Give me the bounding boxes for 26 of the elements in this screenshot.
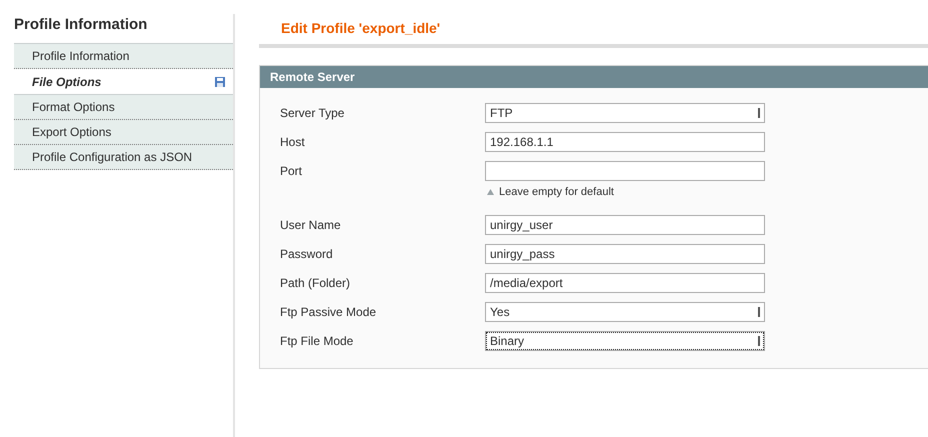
- field-label: Password: [280, 246, 334, 263]
- section-header: Remote Server: [260, 66, 928, 88]
- page-title: Edit Profile 'export_idle': [281, 20, 442, 36]
- field-label: Path (Folder): [280, 275, 352, 292]
- field-label: Host: [280, 134, 306, 151]
- select-field[interactable]: Binary: [485, 331, 765, 351]
- input-field[interactable]: /media/export: [485, 273, 765, 293]
- input-field[interactable]: [485, 161, 765, 181]
- sidebar-tab[interactable]: Profile Information: [14, 44, 233, 69]
- save-icon: [215, 76, 225, 86]
- sidebar-title: Profile Information: [14, 16, 148, 33]
- field-hint: Leave empty for default: [499, 186, 614, 198]
- triangle-icon: [487, 189, 494, 195]
- input-field[interactable]: 192.168.1.1: [485, 132, 765, 152]
- input-field[interactable]: unirgy_user: [485, 215, 765, 235]
- select-field[interactable]: Yes: [485, 302, 765, 322]
- select-field[interactable]: FTP: [485, 103, 765, 123]
- field-label: Ftp Passive Mode: [280, 304, 378, 321]
- sidebar-tab[interactable]: Profile Configuration as JSON: [14, 145, 233, 170]
- sidebar-tab[interactable]: Export Options: [14, 120, 233, 145]
- field-label: User Name: [280, 217, 342, 234]
- field-label: Server Type: [280, 105, 346, 122]
- field-label: Ftp File Mode: [280, 333, 354, 350]
- field-label: Port: [280, 163, 304, 180]
- sidebar-tab[interactable]: Format Options: [14, 95, 233, 120]
- input-field[interactable]: unirgy_pass: [485, 244, 765, 264]
